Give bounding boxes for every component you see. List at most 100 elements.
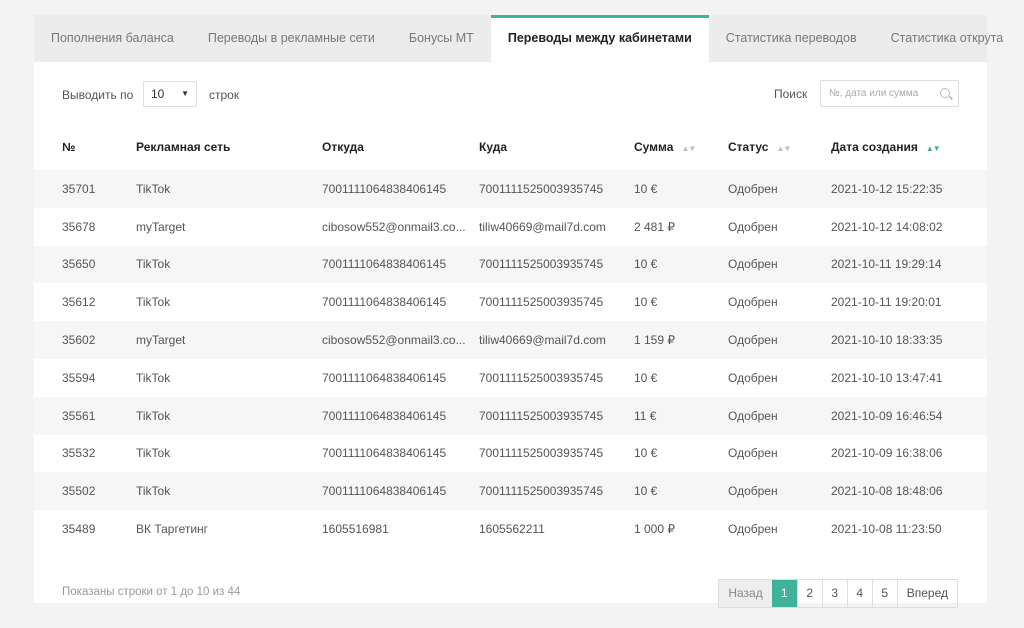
table-row[interactable]: 35489 ВК Таргетинг 1605516981 1605562211 1 0… bbox=[34, 510, 987, 548]
sort-desc-icon[interactable]: ▲▼ bbox=[926, 144, 941, 153]
cell-sum: 10 € bbox=[634, 295, 658, 310]
rows-label: строк bbox=[209, 88, 240, 102]
cell-number: 35650 bbox=[62, 257, 96, 272]
search-icon[interactable] bbox=[940, 88, 950, 98]
cell-sum: 2 481 ₽ bbox=[634, 219, 675, 234]
table-row[interactable]: 35594 TikTok 7001111064838406145 7001111525… bbox=[34, 359, 987, 397]
sort-icon[interactable]: ▲▼ bbox=[776, 144, 791, 153]
col-header-network[interactable]: Рекламная сеть bbox=[136, 124, 322, 170]
col-header-status[interactable]: Статус ▲▼ bbox=[728, 124, 831, 170]
cell-to: 7001111525003935745 bbox=[479, 181, 604, 196]
cell-status: Одобрен bbox=[728, 181, 778, 196]
cell-status: Одобрен bbox=[728, 295, 778, 310]
page-button-4[interactable]: 4 bbox=[846, 579, 872, 607]
cell-network: myTarget bbox=[136, 219, 186, 234]
cell-from: 7001111064838406145 bbox=[322, 295, 447, 310]
col-header-to[interactable]: Куда bbox=[479, 124, 634, 170]
cell-status: Одобрен bbox=[728, 257, 778, 272]
col-header-date[interactable]: Дата создания ▲▼ bbox=[831, 124, 987, 170]
cell-from: 7001111064838406145 bbox=[322, 370, 447, 385]
cell-sum: 10 € bbox=[634, 181, 658, 196]
tab-cabinet-transfers[interactable]: Переводы между кабинетами bbox=[490, 15, 709, 62]
cell-date: 2021-10-08 11:23:50 bbox=[831, 522, 942, 537]
transfers-panel: Пополнения баланса Переводы в рекламные с… bbox=[34, 15, 1003, 608]
cell-network: TikTok bbox=[136, 257, 171, 272]
tab-mt-bonuses[interactable]: Бонусы МТ bbox=[392, 15, 491, 62]
page-button-2[interactable]: 2 bbox=[796, 579, 822, 607]
cell-from: 7001111064838406145 bbox=[322, 484, 447, 499]
page-size-select[interactable]: 10 ▼ bbox=[143, 81, 197, 107]
tab-transfer-stats[interactable]: Статистика переводов bbox=[709, 15, 874, 62]
table-row[interactable]: 35561 TikTok 7001111064838406145 7001111525… bbox=[34, 396, 987, 435]
cell-status: Одобрен bbox=[728, 522, 778, 537]
cell-number: 35489 bbox=[62, 522, 96, 537]
cell-date: 2021-10-09 16:46:54 bbox=[831, 408, 943, 423]
cell-sum: 11 € bbox=[634, 408, 657, 423]
cell-date: 2021-10-08 18:48:06 bbox=[831, 484, 943, 499]
transfers-table: № Рекламная сеть Откуда Куда Сумма ▲▼ Ста… bbox=[34, 124, 987, 548]
cell-sum: 10 € bbox=[634, 257, 658, 272]
cell-date: 2021-10-12 15:22:35 bbox=[831, 181, 943, 196]
cell-sum: 1 159 ₽ bbox=[634, 333, 675, 348]
cell-network: TikTok bbox=[136, 295, 171, 310]
cell-date: 2021-10-10 13:47:41 bbox=[831, 370, 943, 385]
table-row[interactable]: 35678 myTarget cibosow552@onmail3.co... til… bbox=[34, 208, 987, 246]
page-button-5[interactable]: 5 bbox=[871, 579, 897, 607]
cell-to: 7001111525003935745 bbox=[479, 257, 604, 272]
cell-status: Одобрен bbox=[728, 333, 778, 348]
prev-page-button[interactable]: Назад bbox=[719, 579, 772, 607]
tab-balance-topups[interactable]: Пополнения баланса bbox=[34, 15, 191, 62]
cell-status: Одобрен bbox=[728, 484, 778, 499]
cell-network: myTarget bbox=[136, 333, 186, 348]
cell-from: 7001111064838406145 bbox=[322, 446, 447, 461]
cell-network: ВК Таргетинг bbox=[136, 522, 209, 537]
cell-from: 7001111064838406145 bbox=[322, 408, 447, 423]
table-row[interactable]: 35602 myTarget cibosow552@onmail3.co... til… bbox=[34, 321, 987, 359]
table-row[interactable]: 35612 TikTok 7001111064838406145 7001111525… bbox=[34, 283, 987, 321]
table-row[interactable]: 35650 TikTok 7001111064838406145 7001111525… bbox=[34, 245, 987, 284]
cell-sum: 1 000 ₽ bbox=[634, 522, 675, 537]
cell-from: 7001111064838406145 bbox=[322, 257, 447, 272]
cell-to: 7001111525003935745 bbox=[479, 370, 604, 385]
search-label: Поиск bbox=[774, 87, 808, 101]
pagination: Назад 1 2 3 4 5 Вперед bbox=[718, 578, 958, 608]
cell-status: Одобрен bbox=[728, 370, 778, 385]
cell-number: 35678 bbox=[62, 219, 96, 234]
table-header-row: № Рекламная сеть Откуда Куда Сумма ▲▼ Ста… bbox=[34, 124, 987, 170]
cell-date: 2021-10-11 19:29:14 bbox=[831, 257, 942, 272]
cell-to: tiliw40669@mail7d.com bbox=[479, 333, 606, 348]
tab-spend-stats[interactable]: Статистика открута bbox=[874, 15, 1021, 62]
cell-number: 35612 bbox=[62, 295, 96, 310]
table-body: 35701 TikTok 7001111064838406145 7001111525… bbox=[34, 170, 987, 548]
cell-from: 7001111064838406145 bbox=[322, 181, 447, 196]
cell-from: cibosow552@onmail3.co... bbox=[322, 219, 466, 234]
table-row[interactable]: 35502 TikTok 7001111064838406145 7001111525… bbox=[34, 472, 987, 511]
chevron-down-icon: ▼ bbox=[181, 89, 189, 98]
tab-bar: Пополнения баланса Переводы в рекламные с… bbox=[34, 15, 1003, 62]
cell-sum: 10 € bbox=[634, 484, 658, 499]
cell-to: 1605562211 bbox=[479, 522, 545, 537]
cell-number: 35532 bbox=[62, 446, 96, 461]
col-header-from[interactable]: Откуда bbox=[322, 124, 479, 170]
search-input[interactable] bbox=[821, 81, 931, 106]
cell-number: 35602 bbox=[62, 333, 96, 348]
col-header-number[interactable]: № bbox=[34, 124, 136, 170]
cell-network: TikTok bbox=[136, 181, 171, 196]
sort-icon[interactable]: ▲▼ bbox=[681, 144, 696, 153]
cell-to: 7001111525003935745 bbox=[479, 446, 604, 461]
cell-number: 35561 bbox=[62, 408, 96, 423]
col-header-sum[interactable]: Сумма ▲▼ bbox=[634, 124, 728, 170]
cell-to: 7001111525003935745 bbox=[479, 408, 604, 423]
tab-transfers-to-networks[interactable]: Переводы в рекламные сети bbox=[191, 15, 392, 62]
next-page-button[interactable]: Вперед bbox=[896, 579, 957, 607]
page-button-3[interactable]: 3 bbox=[821, 579, 847, 607]
show-per-page-label: Выводить по bbox=[62, 88, 134, 102]
cell-from: 1605516981 bbox=[322, 522, 389, 537]
table-row[interactable]: 35701 TikTok 7001111064838406145 7001111525… bbox=[34, 170, 987, 208]
cell-status: Одобрен bbox=[728, 219, 778, 234]
cell-network: TikTok bbox=[136, 446, 171, 461]
cell-to: 7001111525003935745 bbox=[479, 484, 604, 499]
page-button-1[interactable]: 1 bbox=[771, 579, 797, 607]
table-row[interactable]: 35532 TikTok 7001111064838406145 7001111525… bbox=[34, 435, 987, 473]
cell-status: Одобрен bbox=[728, 446, 778, 461]
